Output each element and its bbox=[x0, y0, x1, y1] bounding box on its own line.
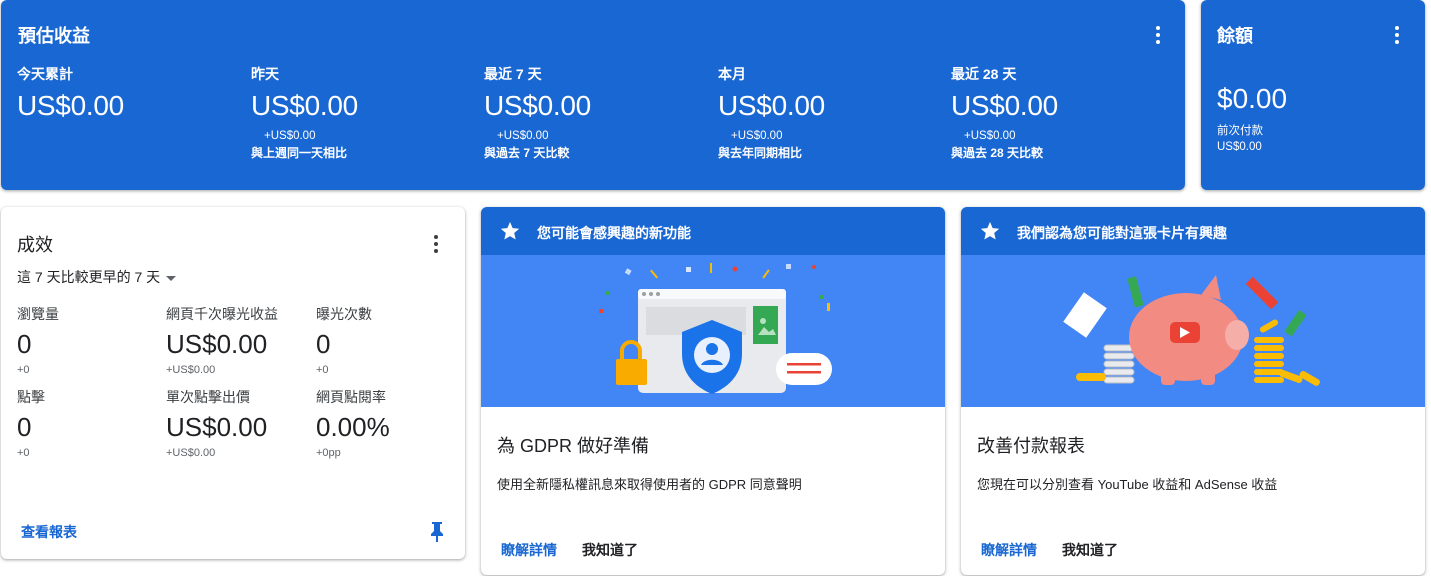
estimated-earnings-card: 預估收益 今天累計 US$0.00 昨天 US$0.00 +US$0.00 與上… bbox=[1, 0, 1185, 190]
last-payment-value: US$0.00 bbox=[1217, 141, 1262, 153]
metric-value: 0 bbox=[316, 329, 331, 359]
metric-label: 最近 28 天 bbox=[951, 66, 1017, 82]
date-range-label: 這 7 天比較更早的 7 天 bbox=[17, 269, 161, 285]
metric-label: 昨天 bbox=[251, 66, 279, 82]
card-header-text: 我們認為您可能對這張卡片有興趣 bbox=[1017, 225, 1227, 241]
metric-compare: 與過去 28 天比較 bbox=[951, 146, 1044, 160]
card-header-text: 您可能會感興趣的新功能 bbox=[537, 225, 691, 241]
card-header: 我們認為您可能對這張卡片有興趣 bbox=[961, 207, 1425, 255]
metric-delta: +0 bbox=[17, 364, 30, 376]
metric-today[interactable]: 今天累計 US$0.00 bbox=[17, 64, 247, 122]
metric-label: 網頁點閱率 bbox=[316, 389, 386, 405]
got-it-button[interactable]: 我知道了 bbox=[1062, 540, 1118, 560]
metric-delta: +0 bbox=[316, 364, 329, 376]
last-payment: 前次付款 US$0.00 bbox=[1217, 123, 1263, 155]
metric-value: US$0.00 bbox=[17, 90, 124, 121]
learn-more-button[interactable]: 瞭解詳情 bbox=[981, 540, 1037, 560]
metric-compare: 與去年同期相比 bbox=[718, 146, 803, 160]
metric-this-month[interactable]: 本月 US$0.00 +US$0.00 與去年同期相比 bbox=[718, 64, 948, 161]
metric-last-28-days[interactable]: 最近 28 天 US$0.00 +US$0.00 與過去 28 天比較 bbox=[951, 64, 1181, 161]
last-payment-label: 前次付款 bbox=[1217, 125, 1263, 137]
metric-delta: +US$0.00 bbox=[497, 130, 549, 142]
metric-delta: +US$0.00 bbox=[166, 364, 216, 376]
metric-delta: +US$0.00 bbox=[264, 130, 316, 142]
metric-value: US$0.00 bbox=[166, 329, 268, 359]
perf-metric-pageviews[interactable]: 瀏覽量 0 +0 bbox=[17, 304, 167, 376]
metric-value: US$0.00 bbox=[951, 90, 1058, 121]
metric-label: 曝光次數 bbox=[316, 306, 372, 322]
metric-value: US$0.00 bbox=[251, 90, 358, 121]
card-title: 改善付款報表 bbox=[977, 436, 1085, 456]
metric-label: 點擊 bbox=[17, 389, 45, 405]
metric-label: 瀏覽量 bbox=[17, 306, 59, 322]
gdpr-illustration bbox=[481, 255, 945, 407]
more-vert-icon[interactable] bbox=[1146, 23, 1170, 47]
card-description: 使用全新隱私權訊息來取得使用者的 GDPR 同意聲明 bbox=[497, 477, 802, 492]
feature-card-gdpr: 您可能會感興趣的新功能 為 GDPR 做好準備 使用全新隱私權訊息來取得使用者的… bbox=[481, 207, 945, 575]
metric-value: US$0.00 bbox=[484, 90, 591, 121]
metric-label: 今天累計 bbox=[17, 66, 73, 82]
date-range-dropdown[interactable]: 這 7 天比較更早的 7 天 bbox=[17, 267, 177, 287]
metric-delta: +US$0.00 bbox=[166, 447, 216, 459]
metric-label: 單次點擊出價 bbox=[166, 389, 250, 405]
star-icon bbox=[500, 221, 520, 240]
metric-value: US$0.00 bbox=[166, 412, 268, 442]
metric-value: 0 bbox=[17, 412, 32, 442]
card-description: 您現在可以分別查看 YouTube 收益和 AdSense 收益 bbox=[977, 477, 1278, 492]
balance-value: $0.00 bbox=[1217, 83, 1288, 114]
more-vert-icon[interactable] bbox=[1385, 23, 1409, 47]
balance-title: 餘額 bbox=[1217, 26, 1253, 46]
metric-label: 網頁千次曝光收益 bbox=[166, 306, 278, 322]
learn-more-button[interactable]: 瞭解詳情 bbox=[501, 540, 557, 560]
perf-metric-page-rpm[interactable]: 網頁千次曝光收益 US$0.00 +US$0.00 bbox=[166, 304, 316, 376]
performance-title: 成效 bbox=[17, 235, 53, 255]
metric-yesterday[interactable]: 昨天 US$0.00 +US$0.00 與上週同一天相比 bbox=[251, 64, 481, 161]
balance-card: 餘額 $0.00 前次付款 US$0.00 bbox=[1201, 0, 1425, 190]
metric-value: 0.00% bbox=[316, 412, 390, 442]
perf-metric-clicks[interactable]: 點擊 0 +0 bbox=[17, 387, 167, 459]
performance-card: 成效 這 7 天比較更早的 7 天 瀏覽量 0 +0 網頁千次曝光收益 US$0… bbox=[1, 207, 465, 559]
card-header: 您可能會感興趣的新功能 bbox=[481, 207, 945, 255]
metric-value: 0 bbox=[17, 329, 32, 359]
metric-delta: +US$0.00 bbox=[731, 130, 783, 142]
metric-value: US$0.00 bbox=[718, 90, 825, 121]
got-it-button[interactable]: 我知道了 bbox=[582, 540, 638, 560]
feature-card-payments-report: 我們認為您可能對這張卡片有興趣 改善付款報表 您現在可以分別查看 YouTube… bbox=[961, 207, 1425, 575]
metric-delta: +US$0.00 bbox=[964, 130, 1016, 142]
metric-compare: 與上週同一天相比 bbox=[251, 146, 348, 160]
card-title: 為 GDPR 做好準備 bbox=[497, 436, 650, 456]
metric-compare: 與過去 7 天比較 bbox=[484, 146, 570, 160]
caret-down-icon bbox=[166, 275, 177, 281]
perf-metric-ctr[interactable]: 網頁點閱率 0.00% +0pp bbox=[316, 387, 465, 459]
perf-metric-impressions[interactable]: 曝光次數 0 +0 bbox=[316, 304, 465, 376]
perf-metric-cpc[interactable]: 單次點擊出價 US$0.00 +US$0.00 bbox=[166, 387, 316, 459]
more-vert-icon[interactable] bbox=[424, 232, 448, 256]
metric-label: 最近 7 天 bbox=[484, 66, 542, 82]
metric-label: 本月 bbox=[718, 66, 746, 82]
pin-icon[interactable] bbox=[428, 521, 446, 543]
star-icon bbox=[980, 221, 1000, 240]
piggy-bank-illustration bbox=[961, 255, 1425, 407]
metric-delta: +0 bbox=[17, 447, 30, 459]
metric-delta: +0pp bbox=[316, 447, 341, 459]
estimated-earnings-title: 預估收益 bbox=[18, 26, 90, 46]
view-report-link[interactable]: 查看報表 bbox=[21, 522, 77, 542]
metric-last-7-days[interactable]: 最近 7 天 US$0.00 +US$0.00 與過去 7 天比較 bbox=[484, 64, 714, 161]
